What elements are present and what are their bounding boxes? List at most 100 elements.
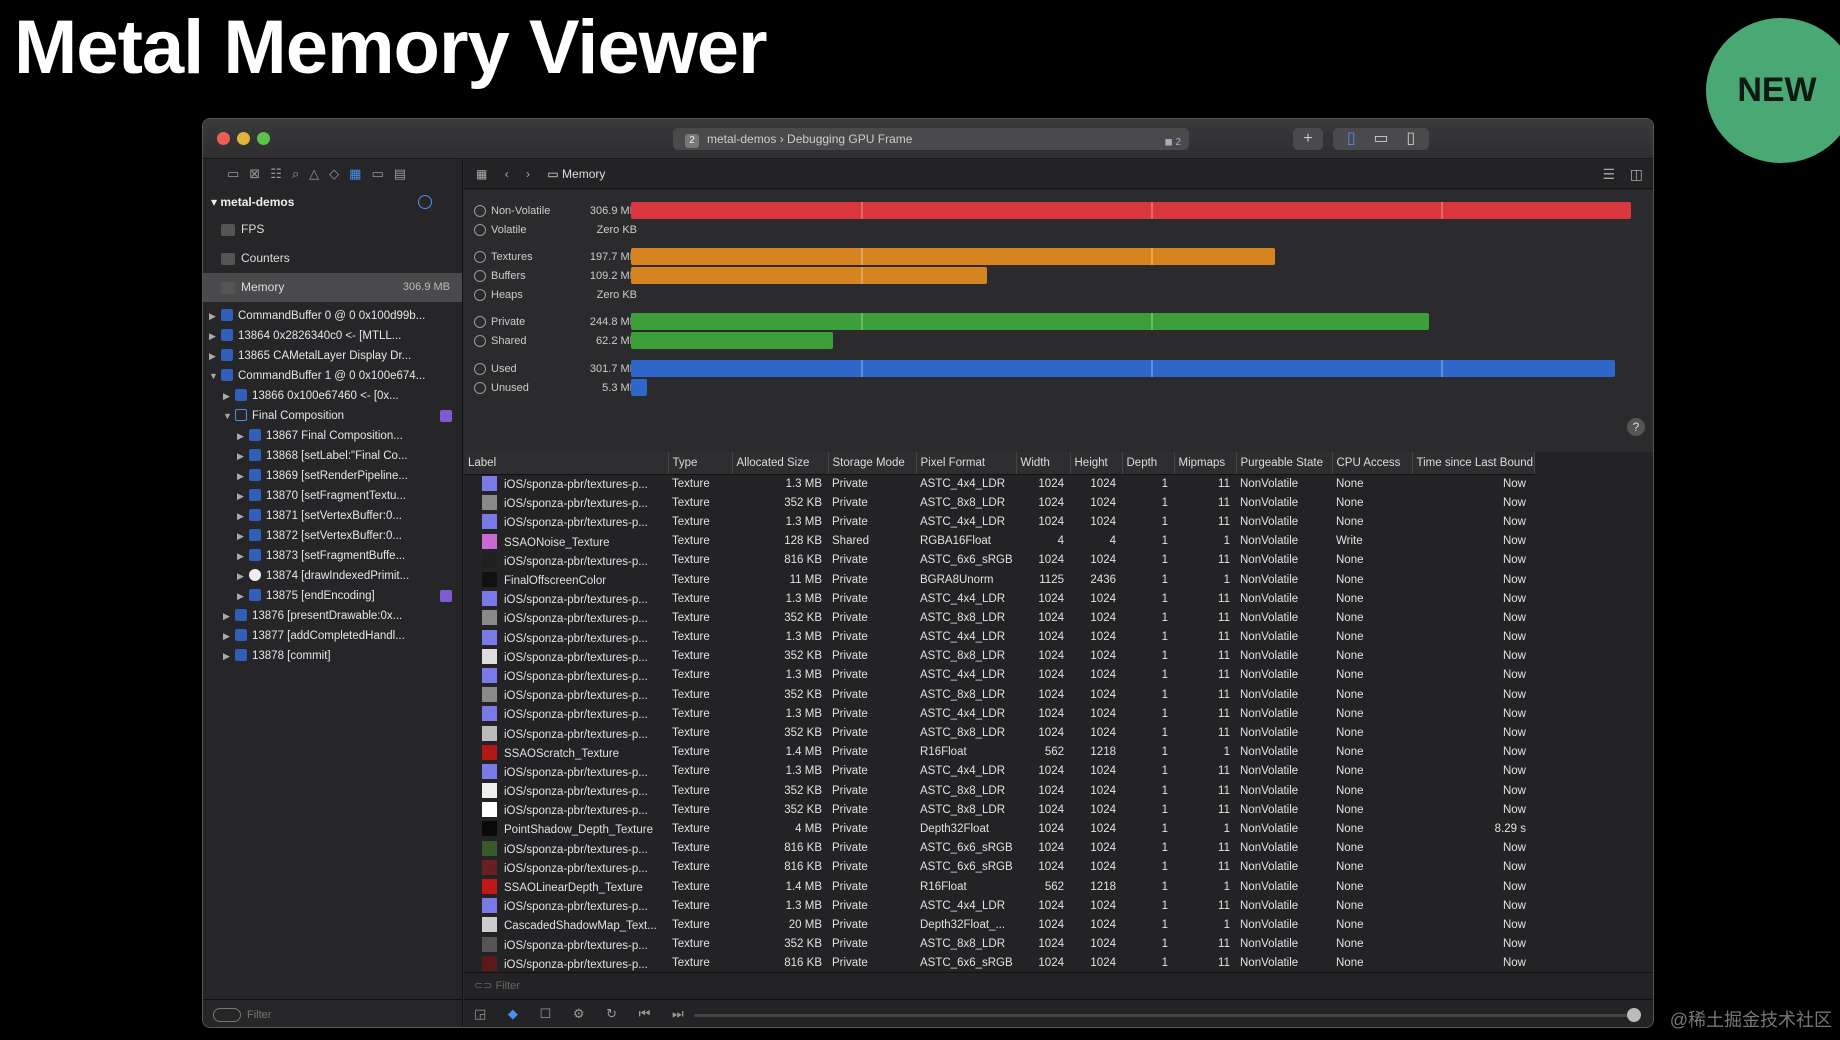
table-row[interactable]: SSAOScratch_Texture Texture 1.4 MB Private R… [464, 743, 1534, 762]
step-back-icon[interactable]: ⏮ [639, 1006, 651, 1021]
table-row[interactable]: FinalOffscreenColor Texture 11 MB Private BG… [464, 570, 1534, 589]
tree-row[interactable]: ▶ 13877 [addCompletedHandl... [203, 626, 462, 646]
disclosure-closed-icon[interactable]: ▶ [237, 446, 249, 466]
column-header[interactable]: Time since Last Bound [1412, 452, 1535, 475]
tree-row[interactable]: ▶ 13871 [setVertexBuffer:0... [203, 506, 462, 526]
memory-bar-non-volatile[interactable] [631, 202, 1631, 219]
nav-item-fps[interactable]: FPS [203, 215, 462, 244]
table-row[interactable]: CascadedShadowMap_Text... Texture 20 MB Pri… [464, 915, 1534, 934]
gpu-icon[interactable]: ⚙ [573, 1006, 585, 1021]
add-icon[interactable]: + [1293, 128, 1323, 150]
tree-row[interactable]: ▶ 13878 [commit] [203, 646, 462, 666]
disclosure-open-icon[interactable]: ▼ [223, 406, 235, 426]
step-forward-icon[interactable]: ⏭ [672, 1006, 684, 1021]
help-icon[interactable]: ? [1627, 418, 1645, 436]
disclosure-closed-icon[interactable]: ▶ [237, 526, 249, 546]
back-icon[interactable]: ‹ [505, 167, 509, 181]
table-row[interactable]: iOS/sponza-pbr/textures-p... Texture 1.3 M… [464, 896, 1534, 915]
disclosure-closed-icon[interactable]: ▶ [209, 326, 221, 346]
symbol-icon[interactable]: ☷ [270, 166, 282, 189]
disclosure-closed-icon[interactable]: ▶ [237, 546, 249, 566]
filter-toggle-icon[interactable] [474, 335, 486, 347]
tree-row[interactable]: ▶ 13872 [setVertexBuffer:0... [203, 526, 462, 546]
disclosure-open-icon[interactable]: ▼ [209, 366, 221, 386]
table-row[interactable]: PointShadow_Depth_Texture Texture 4 MB Priv… [464, 819, 1534, 838]
table-row[interactable]: iOS/sponza-pbr/textures-p... Texture 352 K… [464, 608, 1534, 627]
bottom-panel-icon[interactable]: ▭ [1373, 130, 1388, 147]
tree-row[interactable]: ▶ 13876 [presentDrawable:0x... [203, 606, 462, 626]
tree-row[interactable]: ▼ CommandBuffer 1 @ 0 0x100e674... [203, 366, 462, 386]
disclosure-closed-icon[interactable]: ▶ [223, 386, 235, 406]
filter-toggle-icon[interactable] [474, 251, 486, 263]
warning-icon[interactable]: △ [309, 166, 319, 189]
table-row[interactable]: iOS/sponza-pbr/textures-p... Texture 1.3 M… [464, 666, 1534, 685]
right-panel-icon[interactable]: ▯ [1406, 130, 1415, 147]
minimize-window-button[interactable] [237, 132, 250, 145]
disclosure-closed-icon[interactable]: ▶ [209, 306, 221, 326]
column-header[interactable]: Width [1016, 452, 1071, 475]
column-header[interactable]: CPU Access [1332, 452, 1413, 475]
filter-toggle-icon[interactable] [474, 270, 486, 282]
frame-icon[interactable]: ☐ [540, 1006, 552, 1021]
disclosure-closed-icon[interactable]: ▶ [223, 646, 235, 666]
tree-row[interactable]: ▶ 13868 [setLabel:"Final Co... [203, 446, 462, 466]
capture-icon[interactable]: ◲ [474, 1006, 486, 1021]
filter-toggle-icon[interactable] [474, 382, 486, 394]
breadcrumb[interactable]: ▭ Memory [547, 167, 605, 181]
filter-toggle-icon[interactable] [474, 224, 486, 236]
project-row[interactable]: ▾ metal-demos [203, 189, 462, 215]
table-row[interactable]: iOS/sponza-pbr/textures-p... Texture 816 K… [464, 858, 1534, 877]
issue-flag-icon[interactable] [440, 410, 452, 422]
column-header[interactable]: Purgeable State [1236, 452, 1333, 475]
tag-icon[interactable]: ◆ [508, 1006, 518, 1021]
issue-flag-icon[interactable] [440, 590, 452, 602]
column-header[interactable]: Storage Mode [828, 452, 917, 475]
disclosure-closed-icon[interactable]: ▶ [237, 486, 249, 506]
table-row[interactable]: iOS/sponza-pbr/textures-p... Texture 816 K… [464, 954, 1534, 972]
tree-row[interactable]: ▶ 13870 [setFragmentTextu... [203, 486, 462, 506]
navigator-filter-input[interactable]: Filter [247, 1009, 271, 1021]
disclosure-closed-icon[interactable]: ▶ [237, 466, 249, 486]
reload-icon[interactable]: ↻ [606, 1006, 617, 1021]
table-row[interactable]: iOS/sponza-pbr/textures-p... Texture 1.3 M… [464, 704, 1534, 723]
table-row[interactable]: iOS/sponza-pbr/textures-p... Texture 352 K… [464, 935, 1534, 954]
table-row[interactable]: iOS/sponza-pbr/textures-p... Texture 352 K… [464, 493, 1534, 512]
column-header[interactable]: Depth [1122, 452, 1175, 475]
editor-layout-buttons[interactable]: ▯ ▭ ▯ [1333, 128, 1429, 150]
filter-icon[interactable] [213, 1008, 241, 1022]
disclosure-closed-icon[interactable]: ▶ [237, 426, 249, 446]
table-row[interactable]: iOS/sponza-pbr/textures-p... Texture 352 K… [464, 800, 1534, 819]
table-row[interactable]: iOS/sponza-pbr/textures-p... Texture 1.3 M… [464, 762, 1534, 781]
disclosure-closed-icon[interactable]: ▶ [237, 586, 249, 606]
query-icon[interactable] [418, 195, 432, 209]
disclosure-closed-icon[interactable]: ▶ [223, 606, 235, 626]
disclosure-closed-icon[interactable]: ▶ [209, 346, 221, 366]
table-row[interactable]: iOS/sponza-pbr/textures-p... Texture 1.3 M… [464, 589, 1534, 608]
table-row[interactable]: iOS/sponza-pbr/textures-p... Texture 352 K… [464, 647, 1534, 666]
zoom-window-button[interactable] [257, 132, 270, 145]
tree-row[interactable]: ▶ 13866 0x100e67460 <- [0x... [203, 386, 462, 406]
frame-slider[interactable] [694, 1008, 1641, 1022]
tree-row[interactable]: ▶ 13865 CAMetalLayer Display Dr... [203, 346, 462, 366]
nav-item-memory[interactable]: Memory 306.9 MB [203, 273, 462, 302]
table-row[interactable]: SSAOLinearDepth_Texture Texture 1.4 MB Priv… [464, 877, 1534, 896]
report-icon[interactable]: ▤ [394, 166, 406, 189]
source-control-icon[interactable]: ⊠ [249, 166, 260, 189]
tree-row[interactable]: ▶ 13875 [endEncoding] [203, 586, 462, 606]
column-header[interactable]: Type [668, 452, 733, 475]
debug-icon[interactable]: ▦ [349, 166, 361, 189]
nav-item-counters[interactable]: Counters [203, 244, 462, 273]
column-header[interactable]: Label [464, 452, 669, 475]
disclosure-closed-icon[interactable]: ▶ [237, 566, 249, 586]
table-row[interactable]: iOS/sponza-pbr/textures-p... Texture 1.3 M… [464, 474, 1534, 493]
filter-toggle-icon[interactable] [474, 205, 486, 217]
filter-toggle-icon[interactable] [474, 289, 486, 301]
test-icon[interactable]: ◇ [329, 166, 339, 189]
grid-icon[interactable]: ▦ [476, 167, 487, 181]
slider-knob[interactable] [1627, 1008, 1641, 1022]
table-row[interactable]: iOS/sponza-pbr/textures-p... Texture 1.3 M… [464, 512, 1534, 531]
filter-toggle-icon[interactable] [474, 316, 486, 328]
memory-bar-used[interactable] [631, 360, 1615, 377]
search-icon[interactable]: ⌕ [292, 166, 299, 189]
left-panel-icon[interactable]: ▯ [1347, 130, 1356, 147]
